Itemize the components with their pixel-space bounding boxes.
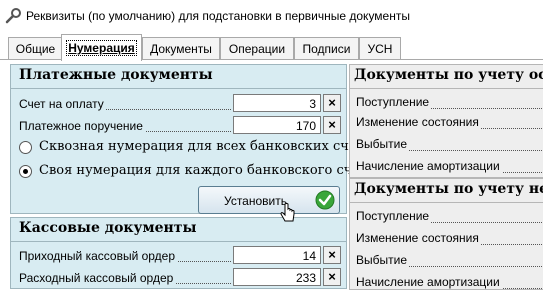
payment-order-number-input[interactable]: 170 [233,116,321,134]
intangible-assets-title: Документы по учету нема [354,181,543,197]
payment-order-label: Платежное поручение [19,119,145,133]
divider [11,241,346,242]
list-item[interactable]: Выбытие [356,253,543,271]
tab-numbering[interactable]: Нумерация [61,34,142,61]
payment-order-clear-button[interactable]: × [323,116,341,134]
cash-docs-title: Кассовые документы [19,220,197,236]
invoice-row: Счет на оплату 3 × [19,94,341,114]
fixed-assets-title: Документы по учету осно [354,67,543,83]
set-button-label: Установить [224,194,287,208]
tab-content: Платежные документы Счет на оплату 3 × П… [0,60,543,290]
tab-usn[interactable]: УСН [359,37,401,60]
cash-expense-number-input[interactable]: 233 [233,268,321,286]
list-item[interactable]: Выбытие [356,137,543,155]
payment-docs-title: Платежные документы [19,67,213,83]
invoice-number-input[interactable]: 3 [233,94,321,112]
hand-cursor-icon [280,203,295,222]
wrench-icon [5,8,21,24]
cash-docs-panel: Кассовые документы Приходный кассовый ор… [10,217,347,289]
invoice-label: Счет на оплату [19,97,106,111]
radio-own-numbering-label: Своя нумерация для каждого банковского с… [39,163,376,178]
divider [350,202,543,203]
cash-receipt-row: Приходный кассовый ордер 14 × [19,246,341,266]
list-item[interactable]: Поступление [356,209,543,227]
list-item[interactable]: Изменение состояния [356,231,543,249]
radio-button[interactable] [19,141,32,154]
invoice-clear-button[interactable]: × [323,94,341,112]
list-item[interactable]: Поступление [356,95,543,113]
tab-operations[interactable]: Операции [220,37,294,60]
cash-expense-row: Расходный кассовый ордер 233 × [19,268,341,288]
cash-expense-clear-button[interactable]: × [323,268,341,286]
divider [11,88,346,89]
cash-receipt-number-input[interactable]: 14 [233,246,321,264]
tab-documents[interactable]: Документы [142,37,220,60]
check-icon [315,190,335,210]
cash-receipt-label: Приходный кассовый ордер [19,249,178,263]
radio-shared-numbering-label: Сквозная нумерация для всех банковских с… [39,139,379,154]
tab-general[interactable]: Общие [8,37,63,60]
title-bar: Реквизиты (по умолчанию) для подстановки… [0,0,543,33]
window-title: Реквизиты (по умолчанию) для подстановки… [26,9,410,23]
set-button[interactable]: Установить [198,186,340,214]
divider [350,88,543,89]
cash-receipt-clear-button[interactable]: × [323,246,341,264]
list-item[interactable]: Начисление амортизации [356,159,543,177]
payment-order-row: Платежное поручение 170 × [19,116,341,136]
list-item[interactable]: Изменение состояния [356,115,543,133]
radio-button-checked[interactable] [19,165,32,178]
intangible-assets-panel: Документы по учету нема Поступление Изме… [349,178,543,290]
fixed-assets-panel: Документы по учету осно Поступление Изме… [349,64,543,178]
payment-docs-panel: Платежные документы Счет на оплату 3 × П… [10,64,379,214]
list-item[interactable]: Начисление амортизации [356,275,543,293]
tab-strip: Общие Нумерация Документы Операции Подпи… [0,33,543,61]
tab-signatures[interactable]: Подписи [294,37,359,60]
